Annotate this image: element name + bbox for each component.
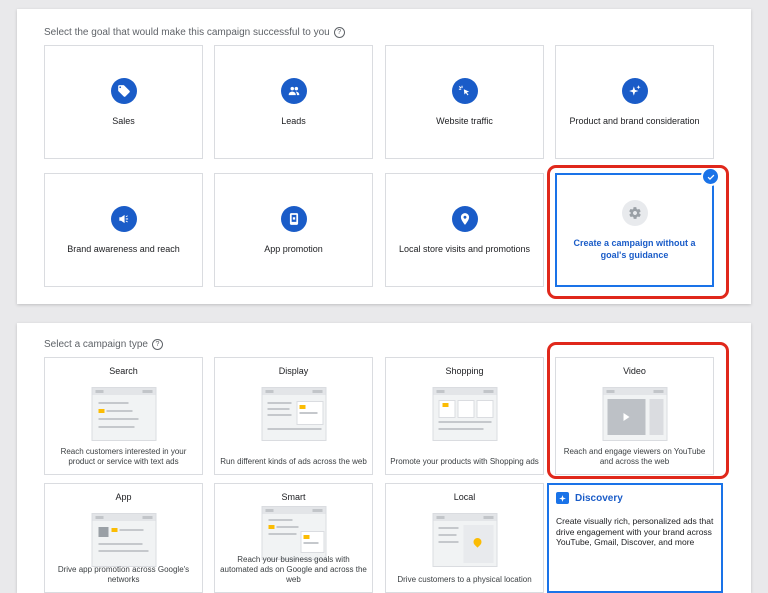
campaign-type-title: App — [115, 492, 132, 502]
goal-card-leads[interactable]: Leads — [214, 45, 373, 159]
campaign-type-video[interactable]: Video Reach and engage viewers on YouTub… — [555, 357, 714, 475]
goal-card-no-goal-guidance[interactable]: Create a campaign without a goal's guida… — [555, 167, 720, 287]
goal-card-product-brand-consideration[interactable]: Product and brand consideration — [555, 45, 714, 159]
goal-heading: Select the goal that would make this cam… — [44, 27, 345, 38]
campaign-type-description: Reach customers interested in your produ… — [60, 447, 187, 466]
campaign-type-panel: Select a campaign type ? Search Reach cu… — [17, 323, 751, 593]
goal-label: Brand awareness and reach — [67, 243, 180, 254]
campaign-type-title: Search — [109, 366, 138, 376]
campaign-type-description: Reach your business goals with automated… — [220, 555, 367, 584]
campaign-type-display[interactable]: Display Run different kinds of ads acros… — [214, 357, 373, 475]
campaign-type-smart[interactable]: Smart Reach your business goals with aut… — [214, 483, 373, 593]
location-pin-icon — [451, 205, 478, 232]
campaign-type-description: Run different kinds of ads across the we… — [220, 457, 367, 466]
campaign-type-title: Local — [453, 492, 476, 502]
campaign-type-description: Drive customers to a physical location — [397, 575, 532, 584]
campaign-type-app[interactable]: App Drive app promotion across Google's … — [44, 483, 203, 593]
checkmark-icon — [701, 167, 720, 186]
campaign-type-description: Drive app promotion across Google's netw… — [57, 565, 190, 584]
campaign-type-heading: Select a campaign type ? — [44, 339, 163, 350]
discovery-icon — [556, 492, 569, 504]
search-ad-illustration — [91, 387, 156, 441]
campaign-type-title: Smart — [281, 492, 306, 502]
goal-label: Local store visits and promotions — [398, 243, 531, 254]
campaign-type-description: Reach and engage viewers on YouTube and … — [563, 447, 706, 466]
people-icon — [280, 77, 307, 104]
campaign-type-title: Discovery — [575, 492, 623, 504]
goal-card-app-promotion[interactable]: App promotion — [214, 173, 373, 287]
shopping-ad-illustration — [432, 387, 497, 441]
goal-label: Product and brand consideration — [569, 115, 700, 126]
help-icon[interactable]: ? — [151, 339, 163, 350]
campaign-type-search[interactable]: Search Reach customers interested in you… — [44, 357, 203, 475]
sparkle-icon — [621, 77, 648, 104]
phone-icon — [280, 205, 307, 232]
app-ad-illustration — [91, 513, 156, 567]
campaign-type-title: Display — [278, 366, 309, 376]
goal-selection-panel: Select the goal that would make this cam… — [17, 9, 751, 304]
local-ad-illustration — [432, 513, 497, 567]
campaign-type-heading-text: Select a campaign type — [44, 339, 148, 350]
play-icon — [623, 413, 629, 421]
goal-label: Leads — [281, 115, 306, 126]
goal-label: App promotion — [264, 243, 323, 254]
display-ad-illustration — [261, 387, 326, 441]
goal-label: Sales — [112, 115, 135, 126]
goal-heading-text: Select the goal that would make this cam… — [44, 27, 330, 38]
campaign-type-description: Create visually rich, personalized ads t… — [556, 516, 714, 547]
tag-icon — [110, 77, 137, 104]
campaign-type-discovery[interactable]: Discovery Create visually rich, personal… — [547, 483, 723, 593]
megaphone-icon — [110, 205, 137, 232]
goal-card-sales[interactable]: Sales — [44, 45, 203, 159]
campaign-type-title: Video — [623, 366, 646, 376]
cursor-click-icon — [451, 77, 478, 104]
campaign-type-title: Shopping — [445, 366, 484, 376]
campaign-type-local[interactable]: Local Drive customers to a physical loca… — [385, 483, 544, 593]
goal-card-website-traffic[interactable]: Website traffic — [385, 45, 544, 159]
campaign-type-description: Promote your products with Shopping ads — [390, 457, 539, 466]
discovery-title: Discovery — [556, 492, 721, 504]
help-icon[interactable]: ? — [333, 27, 345, 38]
campaign-type-shopping[interactable]: Shopping Promote your products with Shop… — [385, 357, 544, 475]
goal-label: Create a campaign without a goal's guida… — [573, 237, 696, 260]
goal-card-local-store-visits[interactable]: Local store visits and promotions — [385, 173, 544, 287]
video-ad-illustration — [602, 387, 667, 441]
smart-ad-illustration — [261, 506, 326, 560]
goal-label: Website traffic — [436, 115, 493, 126]
gear-icon — [621, 199, 648, 226]
goal-card-brand-awareness[interactable]: Brand awareness and reach — [44, 173, 203, 287]
